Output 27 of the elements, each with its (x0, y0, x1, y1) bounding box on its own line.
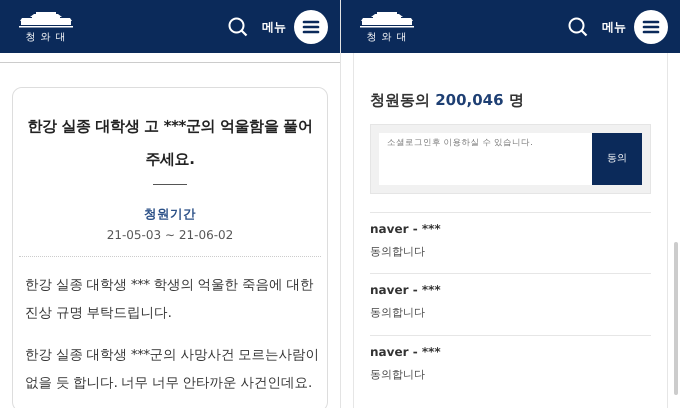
comment-author: naver - *** (370, 344, 442, 360)
scrollbar[interactable] (674, 242, 678, 395)
agree-button[interactable]: 동의 (592, 132, 642, 184)
logo-text[interactable]: 청 와 대 (25, 32, 67, 42)
comment-text: 동의합니다 (370, 305, 426, 321)
period-label: 청원기간 (143, 205, 197, 223)
building-logo-icon[interactable] (359, 10, 415, 30)
menu-button[interactable] (294, 10, 328, 44)
search-icon[interactable] (228, 16, 248, 36)
comment-author: naver - *** (370, 282, 442, 299)
comment-field[interactable]: 소셜로그인후 이용하실 수 있습니다. (379, 132, 592, 184)
menu-button[interactable] (634, 10, 668, 44)
building-logo-icon[interactable] (18, 10, 74, 30)
period-dates: 21-05-03 ~ 21-06-02 (106, 226, 234, 244)
search-icon[interactable] (568, 16, 588, 36)
comment-text: 동의합니다 (370, 366, 426, 382)
agree-count: 청원동의 200,046 명 (370, 90, 525, 111)
petition-title: 한강 실종 대학생 고 ***군의 억울함을 풀어주세요. (26, 116, 314, 170)
logo-text[interactable]: 청 와 대 (366, 32, 408, 42)
petition-paragraph: 한강 실종 대학생 ***군의 사망사건 모르는사람이 없을 듯 합니다. 너무 너무 안타까운 사건인데요. (25, 346, 320, 393)
menu-icon (302, 20, 320, 34)
petition-paragraph: 한강 실종 대학생 *** 학생의 억울한 죽음에 대한 진상 규명 부탁드립니다. (25, 276, 314, 323)
comment-text: 동의합니다 (370, 244, 426, 260)
menu-label[interactable]: 메뉴 (262, 18, 286, 36)
menu-label[interactable]: 메뉴 (602, 18, 626, 36)
menu-icon (642, 20, 660, 34)
comment-author: naver - *** (370, 220, 442, 238)
